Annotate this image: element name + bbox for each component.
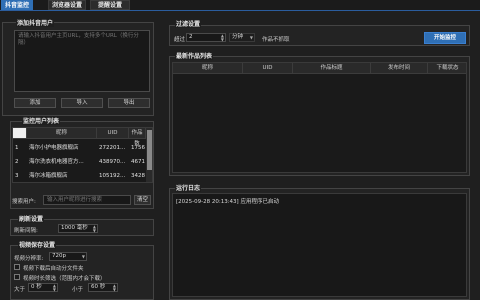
column-header-download-status[interactable]: 下载状态 (428, 63, 466, 74)
run-log-title: 运行日志 (175, 183, 202, 192)
add-users-title: 添加抖音用户 (16, 18, 55, 27)
column-header-uid[interactable]: UID (97, 128, 129, 139)
video-quality-label: 视频分辨率: (14, 256, 44, 262)
export-button[interactable]: 导出 (108, 98, 150, 108)
row-uid: 438970... (99, 159, 126, 165)
latest-works-table: 昵称 UID 作品标题 发布时间 下载状态 (172, 62, 467, 173)
add-button[interactable]: 添加 (14, 98, 56, 108)
column-header-uid[interactable]: UID (243, 63, 293, 74)
row-nickname: 海尔小护电器旗舰店 (29, 145, 79, 151)
row-nickname: 海尔洗衣机电器官方... (29, 159, 84, 165)
exceed-spinbox[interactable]: 2 ▲ ▼ (186, 33, 226, 42)
clear-button[interactable]: 清空 (134, 195, 151, 205)
start-monitor-button[interactable]: 开始监控 (424, 32, 466, 44)
column-header-title[interactable]: 作品标题 (293, 63, 371, 74)
refresh-interval-label: 刷新间隔: (14, 228, 38, 234)
spin-arrows-icon[interactable]: ▲ ▼ (113, 284, 116, 292)
min-duration-value: 0 秒 (31, 284, 42, 290)
monitor-table: 昵称 UID 作品数 1 海尔小护电器旗舰店 272201... 1756 2 … (12, 127, 153, 183)
latest-works-title: 最新作品列表 (175, 51, 214, 60)
tab-browser-settings[interactable]: 浏览器设置 (48, 0, 86, 10)
less-than-label: 小于 (72, 287, 84, 293)
row-uid: 105192... (99, 173, 126, 179)
row-index: 3 (15, 173, 19, 179)
exceed-label: 超过 (174, 37, 186, 43)
run-log-area[interactable]: [2025-09-28 20:13:43] 应用程序已启动 (172, 193, 467, 297)
video-settings-title: 视频保存设置 (18, 240, 57, 249)
refresh-settings-title: 刷新设置 (18, 214, 45, 223)
refresh-interval-value: 1000 毫秒 (61, 225, 88, 231)
row-works: 3428 (131, 173, 145, 179)
tab-bar: 抖音监控 浏览器设置 提醒设置 (0, 0, 480, 11)
auto-folder-label: 视频下载后自动分文件夹 (23, 266, 84, 272)
chevron-down-icon[interactable]: ▼ (82, 253, 85, 260)
min-duration-spinbox[interactable]: 0 秒 ▲ ▼ (28, 283, 58, 292)
row-works: 4671 (131, 159, 145, 165)
filter-suffix-label: 作品不抓取 (262, 37, 290, 43)
column-header-nickname[interactable]: 昵称 (27, 128, 97, 139)
column-header-nickname[interactable]: 昵称 (173, 63, 243, 74)
search-user-input[interactable]: 输入用户昵称进行搜索 (43, 195, 131, 205)
row-works: 1756 (131, 145, 145, 151)
chevron-down-icon[interactable]: ▼ (250, 34, 253, 41)
tab-reminder-settings[interactable]: 提醒设置 (90, 0, 130, 10)
import-button[interactable]: 导入 (61, 98, 103, 108)
column-header-works[interactable]: 作品数 (129, 128, 146, 147)
column-header-publish-time[interactable]: 发布时间 (371, 63, 428, 74)
row-index: 2 (15, 159, 19, 165)
user-url-input[interactable] (14, 30, 150, 92)
auto-folder-checkbox[interactable] (14, 264, 20, 270)
filter-settings-title: 过滤设置 (175, 19, 202, 28)
log-line: [2025-09-28 20:13:43] 应用程序已启动 (176, 199, 279, 205)
max-duration-value: 60 秒 (91, 284, 106, 290)
duration-filter-label: 视频时长筛选（范围内才会下载） (23, 276, 106, 282)
table-corner (13, 128, 27, 139)
scrollbar-thumb[interactable] (147, 130, 152, 170)
row-index: 1 (15, 145, 19, 151)
duration-filter-checkbox[interactable] (14, 274, 20, 280)
row-uid: 272201... (99, 145, 126, 151)
vertical-scrollbar[interactable] (146, 128, 152, 182)
video-quality-value: 720p (52, 253, 66, 259)
monitor-list-title: 监控用户列表 (22, 116, 61, 125)
spin-arrows-icon[interactable]: ▲ ▼ (53, 284, 56, 292)
spin-arrows-icon[interactable]: ▲ ▼ (93, 225, 96, 233)
tab-douyin-monitor[interactable]: 抖音监控 (1, 0, 33, 10)
refresh-interval-spinbox[interactable]: 1000 毫秒 ▲ ▼ (58, 224, 98, 233)
search-user-label: 搜索用户: (12, 199, 36, 205)
greater-than-label: 大于 (14, 287, 26, 293)
exceed-value: 2 (189, 34, 193, 40)
time-unit-select[interactable]: 分钟 ▼ (229, 33, 255, 42)
row-nickname: 海尔冰箱旗舰店 (29, 173, 68, 179)
max-duration-spinbox[interactable]: 60 秒 ▲ ▼ (88, 283, 118, 292)
spin-arrows-icon[interactable]: ▲ ▼ (221, 34, 224, 42)
time-unit-value: 分钟 (232, 34, 244, 40)
video-quality-select[interactable]: 720p ▼ (49, 252, 87, 261)
